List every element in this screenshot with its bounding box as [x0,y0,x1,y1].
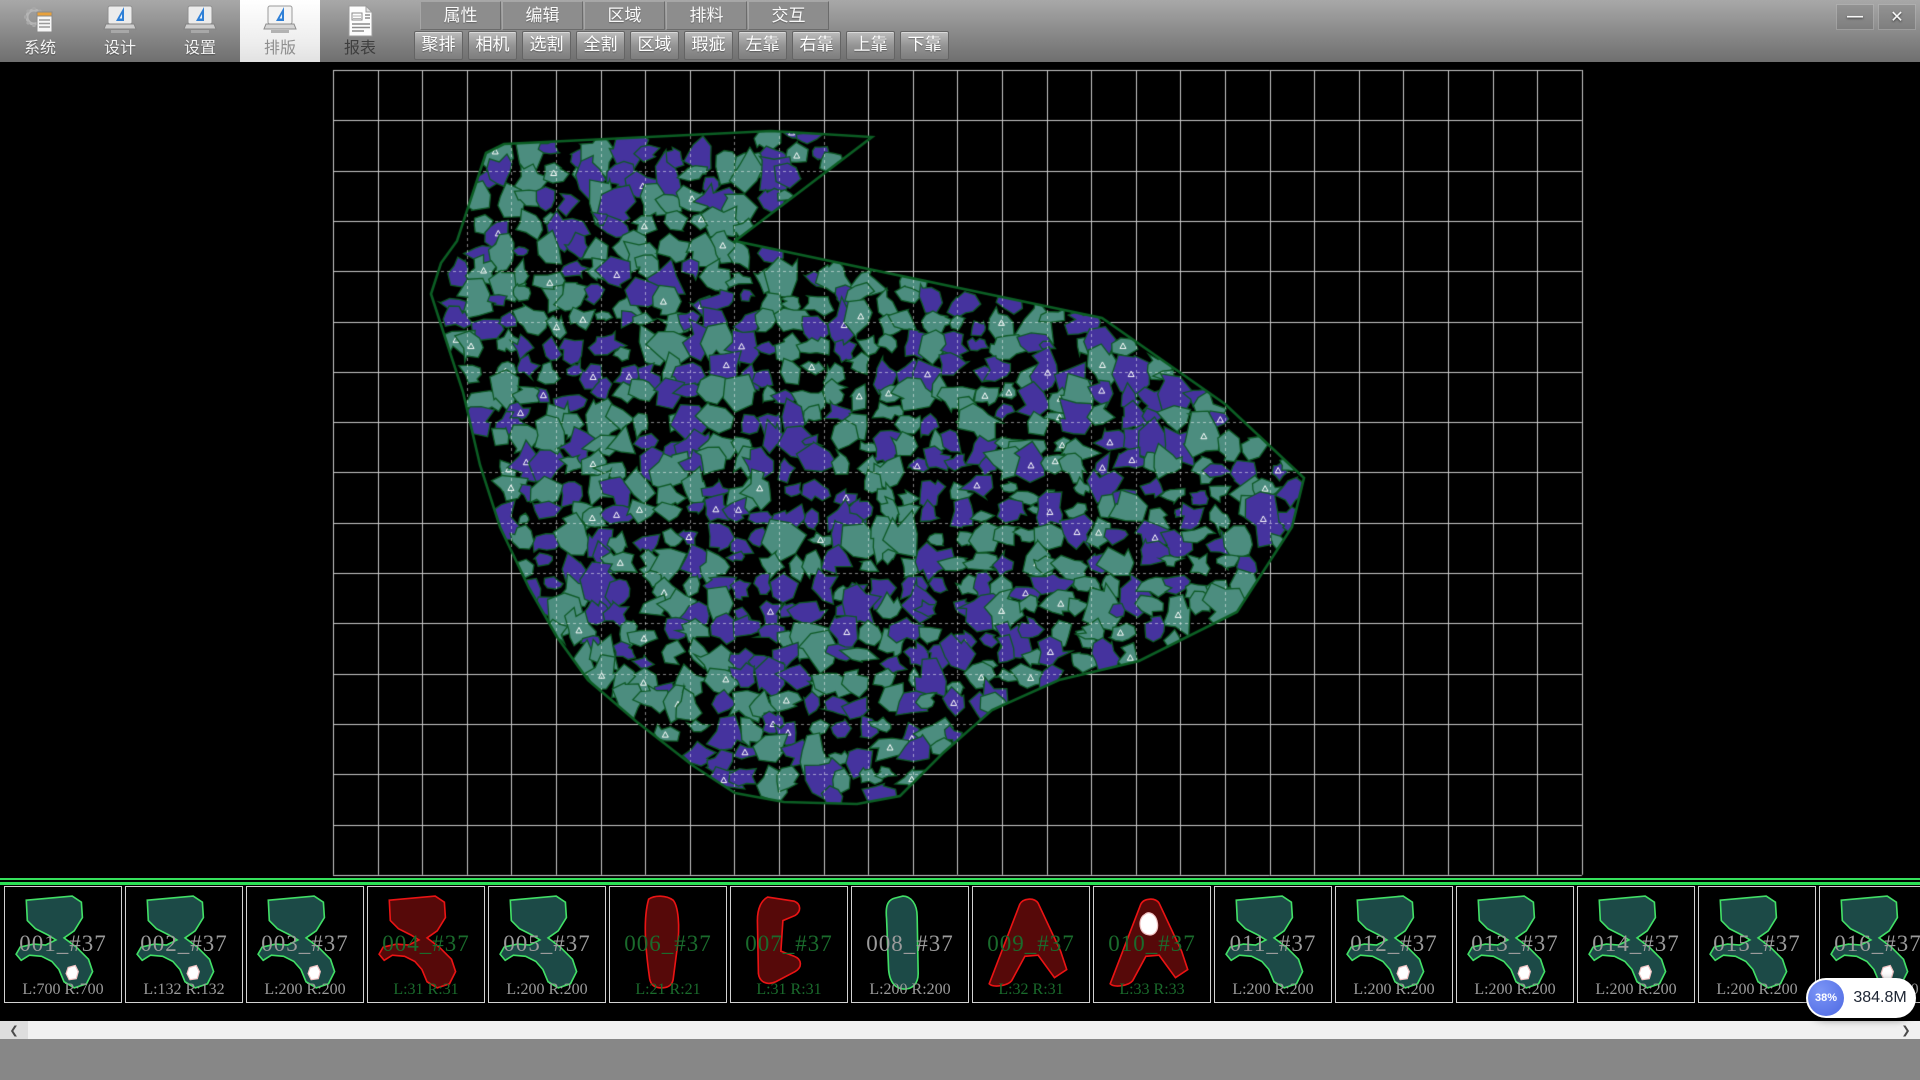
tab-label: 报表 [344,40,376,58]
main-toolbar: 系统 设计 [0,0,1920,63]
piece-shape [1221,889,1323,997]
piece-shape [1342,889,1444,997]
nesting-ruler-icon [261,2,299,40]
menu-properties[interactable]: 属性 [420,1,501,30]
settings-ruler-icon [181,2,219,40]
piece-thumbnail[interactable]: 002_#37L:132 R:132 [125,886,243,1003]
piece-thumbnail-list: 001_#37L:700 R:700002_#37L:132 R:132003_… [0,886,1920,1003]
btn-cluster-nest[interactable]: 聚排 [414,31,463,60]
piece-shape [979,889,1081,997]
tab-report[interactable]: 报表 [320,0,400,62]
menu-edit[interactable]: 编辑 [502,1,583,30]
piece-thumbnail[interactable]: 014_#37L:200 R:200 [1577,886,1695,1003]
piece-thumbnail[interactable]: 003_#37L:200 R:200 [246,886,364,1003]
tab-design[interactable]: 设计 [80,0,160,62]
piece-thumbnail[interactable]: 012_#37L:200 R:200 [1335,886,1453,1003]
piece-shape [737,889,839,997]
piece-thumbnail[interactable]: 015_#37L:200 R:200 [1698,886,1816,1003]
tab-nesting[interactable]: 排版 [240,0,320,62]
piece-shape [11,889,113,997]
main-tabs: 系统 设计 [0,0,400,62]
report-doc-icon [341,2,379,40]
piece-shape [616,889,718,997]
piece-thumbnail[interactable]: 001_#37L:700 R:700 [4,886,122,1003]
scroll-right-button[interactable]: ❯ [1892,1021,1920,1039]
tab-label: 排版 [264,40,296,58]
tab-system[interactable]: 系统 [0,0,80,62]
menu-nesting[interactable]: 排料 [666,1,747,30]
menu-region[interactable]: 区域 [584,1,665,30]
piece-thumbnail[interactable]: 011_#37L:200 R:200 [1214,886,1332,1003]
piece-shape [1100,889,1202,997]
btn-defect[interactable]: 瑕疵 [684,31,733,60]
app-window: 系统 设计 [0,0,1920,1080]
piece-thumbnail[interactable]: 004_#37L:31 R:31 [367,886,485,1003]
btn-select-cut[interactable]: 选割 [522,31,571,60]
piece-shape [132,889,234,997]
piece-thumbnail[interactable]: 010_#37L:33 R:33 [1093,886,1211,1003]
footer-bar [0,1039,1920,1080]
status-badge[interactable]: 38% 384.8M [1806,978,1916,1018]
piece-thumbnail[interactable]: 006_#37L:21 R:21 [609,886,727,1003]
btn-region[interactable]: 区域 [630,31,679,60]
memory-usage-label: 384.8M [1844,989,1916,1007]
horizontal-scrollbar[interactable]: ❮ ❯ [0,1021,1920,1039]
btn-camera[interactable]: 相机 [468,31,517,60]
piece-thumbnail[interactable]: 005_#37L:200 R:200 [488,886,606,1003]
strip-top-border-2 [0,882,1920,885]
pieces-strip: 001_#37L:700 R:700002_#37L:132 R:132003_… [0,878,1920,1003]
tool-button-row: 聚排 相机 选割 全割 区域 瑕疵 左靠 右靠 上靠 下靠 [414,31,954,59]
piece-thumbnail[interactable]: 009_#37L:32 R:31 [972,886,1090,1003]
piece-thumbnail[interactable]: 013_#37L:200 R:200 [1456,886,1574,1003]
piece-shape [253,889,355,997]
piece-thumbnail[interactable]: 007_#37L:31 R:31 [730,886,848,1003]
piece-shape [374,889,476,997]
btn-align-left[interactable]: 左靠 [738,31,787,60]
piece-shape [495,889,597,997]
piece-shape [1584,889,1686,997]
tab-label: 系统 [24,40,56,58]
btn-cut-all[interactable]: 全割 [576,31,625,60]
piece-shape [858,889,960,997]
close-button[interactable]: ✕ [1878,4,1916,30]
scroll-left-button[interactable]: ❮ [0,1021,28,1039]
minimize-button[interactable]: — [1836,4,1874,30]
progress-percent-badge: 38% [1808,980,1844,1016]
tab-label: 设置 [184,40,216,58]
system-gear-icon [21,2,59,40]
tab-label: 设计 [104,40,136,58]
tab-settings[interactable]: 设置 [160,0,240,62]
btn-align-right[interactable]: 右靠 [792,31,841,60]
window-controls: — ✕ [1836,4,1916,30]
btn-align-bottom[interactable]: 下靠 [900,31,949,60]
menu-bar: 属性 编辑 区域 排料 交互 [420,1,830,28]
piece-thumbnail[interactable]: 008_#37L:200 R:200 [851,886,969,1003]
menu-interaction[interactable]: 交互 [748,1,829,30]
design-ruler-icon [101,2,139,40]
piece-shape [1463,889,1565,997]
btn-align-top[interactable]: 上靠 [846,31,895,60]
piece-shape [1705,889,1807,997]
